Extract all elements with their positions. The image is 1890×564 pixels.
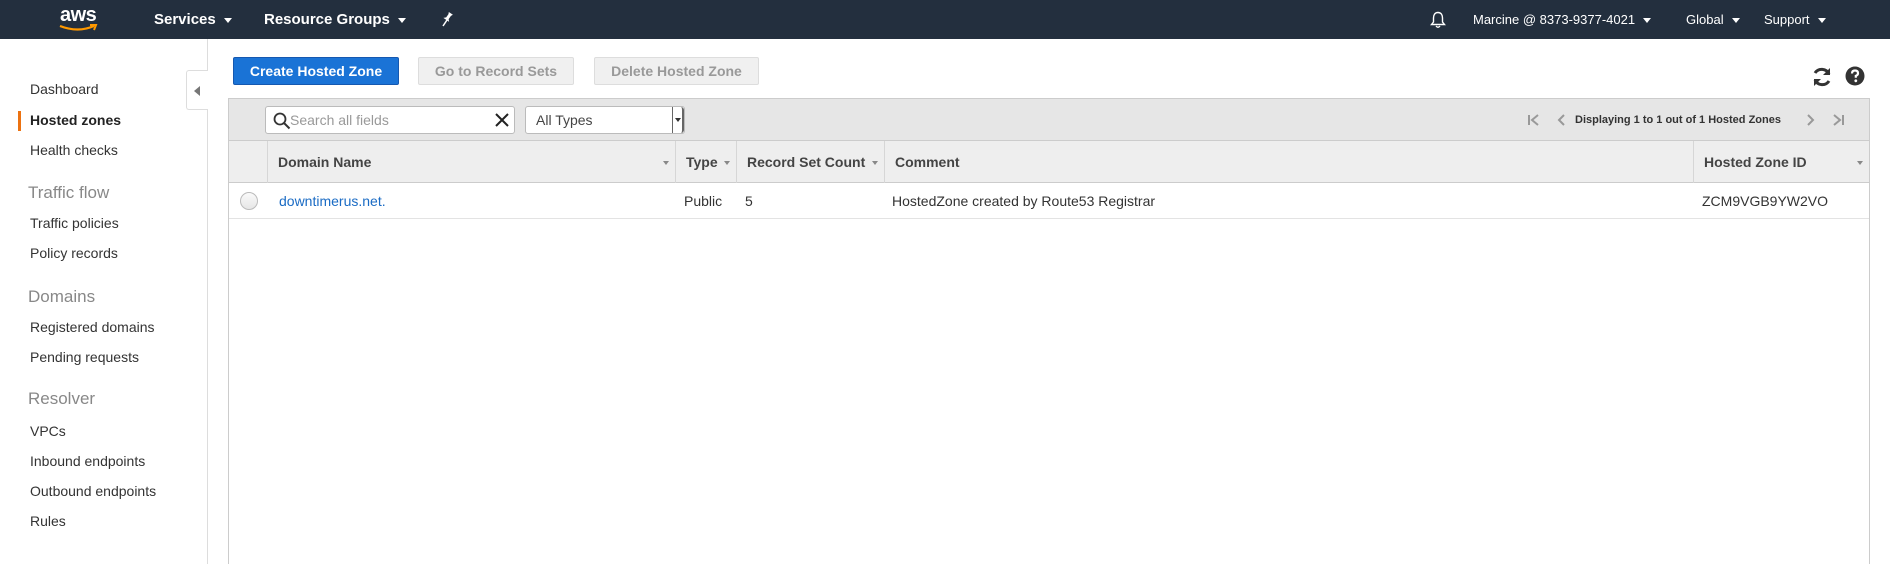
table-header: Domain Name Type Record Set Count Commen…: [229, 141, 1869, 183]
account-menu[interactable]: Marcine @ 8373-9377-4021: [1473, 0, 1652, 39]
account-label: Marcine @ 8373-9377-4021: [1473, 12, 1636, 27]
support-menu[interactable]: Support: [1764, 0, 1826, 39]
sidebar-item-rules[interactable]: Rules: [30, 513, 66, 529]
sort-icon: [1857, 161, 1863, 165]
collapse-sidebar-button[interactable]: [186, 70, 208, 110]
region-label: Global: [1686, 12, 1724, 27]
chevron-down-icon: [1817, 18, 1826, 24]
pin-icon[interactable]: [440, 11, 454, 27]
aws-logo[interactable]: aws: [58, 4, 100, 33]
go-to-record-sets-button[interactable]: Go to Record Sets: [418, 57, 574, 85]
sidebar: Dashboard Hosted zones Health checks Tra…: [0, 39, 208, 564]
previous-page-icon[interactable]: [1555, 113, 1569, 127]
last-page-icon[interactable]: [1831, 113, 1845, 127]
dropdown-arrow-icon: [672, 107, 684, 133]
sidebar-heading-resolver: Resolver: [28, 389, 96, 408]
search-box[interactable]: [265, 106, 515, 134]
search-input[interactable]: [290, 111, 490, 129]
sort-icon: [663, 161, 669, 165]
sidebar-item-vpcs[interactable]: VPCs: [30, 423, 66, 439]
chevron-down-icon: [223, 17, 232, 23]
chevron-down-icon: [1643, 18, 1652, 24]
help-icon[interactable]: [1845, 66, 1865, 86]
column-header-type[interactable]: Type: [675, 141, 736, 183]
sidebar-item-hosted-zones[interactable]: Hosted zones: [30, 112, 121, 128]
sidebar-item-traffic-policies[interactable]: Traffic policies: [30, 215, 119, 231]
region-menu[interactable]: Global: [1686, 0, 1740, 39]
domain-name-link[interactable]: downtimerus.net.: [279, 183, 386, 219]
next-page-icon[interactable]: [1803, 113, 1817, 127]
aws-smile-icon: [59, 24, 98, 31]
search-icon: [273, 112, 291, 130]
record-set-count: 5: [745, 193, 753, 209]
support-label: Support: [1764, 12, 1810, 27]
sidebar-item-registered-domains[interactable]: Registered domains: [30, 319, 155, 335]
column-header-comment[interactable]: Comment: [884, 141, 1693, 183]
sidebar-item-inbound-endpoints[interactable]: Inbound endpoints: [30, 453, 145, 469]
first-page-icon[interactable]: [1527, 113, 1541, 127]
zone-type: Public: [684, 193, 723, 209]
sidebar-item-health-checks[interactable]: Health checks: [30, 142, 118, 158]
chevron-left-icon: [194, 86, 200, 96]
sidebar-item-outbound-endpoints[interactable]: Outbound endpoints: [30, 483, 156, 499]
hosted-zone-id: ZCM9VGB9YW2VO: [1702, 193, 1829, 209]
hosted-zones-panel: All Types Displaying 1 to 1 out of 1 Hos…: [228, 98, 1870, 564]
sort-icon: [724, 161, 730, 165]
sidebar-heading-domains: Domains: [28, 287, 96, 306]
column-header-domain-name[interactable]: Domain Name: [267, 141, 675, 183]
delete-hosted-zone-button[interactable]: Delete Hosted Zone: [594, 57, 759, 85]
resource-groups-label: Resource Groups: [264, 11, 390, 28]
sort-icon: [872, 161, 878, 165]
column-header-hosted-zone-id[interactable]: Hosted Zone ID: [1693, 141, 1869, 183]
refresh-icon[interactable]: [1811, 66, 1833, 88]
column-header-record-set-count[interactable]: Record Set Count: [736, 141, 884, 183]
bell-icon[interactable]: [1430, 11, 1446, 29]
zone-comment: HostedZone created by Route53 Registrar: [892, 193, 1156, 209]
type-filter-value: All Types: [536, 112, 593, 128]
sidebar-item-dashboard[interactable]: Dashboard: [30, 81, 99, 97]
type-filter-select[interactable]: All Types: [525, 106, 685, 134]
chevron-down-icon: [397, 17, 406, 23]
sidebar-item-policy-records[interactable]: Policy records: [30, 245, 118, 261]
services-menu[interactable]: Services: [154, 0, 232, 39]
close-icon[interactable]: [494, 112, 510, 128]
table-row[interactable]: downtimerus.net. Public 5 HostedZone cre…: [229, 183, 1869, 219]
filter-bar: All Types Displaying 1 to 1 out of 1 Hos…: [229, 99, 1869, 141]
pagination-text: Displaying 1 to 1 out of 1 Hosted Zones: [1575, 114, 1781, 126]
resource-groups-menu[interactable]: Resource Groups: [264, 0, 406, 39]
chevron-down-icon: [1731, 18, 1740, 24]
top-navigation-bar: aws Services Resource Groups Marcine @ 8…: [0, 0, 1890, 39]
sidebar-heading-traffic-flow: Traffic flow: [28, 183, 110, 202]
sidebar-item-pending-requests[interactable]: Pending requests: [30, 349, 139, 365]
active-indicator: [18, 111, 21, 131]
pagination: Displaying 1 to 1 out of 1 Hosted Zones: [1517, 99, 1857, 141]
create-hosted-zone-button[interactable]: Create Hosted Zone: [233, 57, 399, 85]
row-select-radio[interactable]: [240, 192, 258, 210]
services-label: Services: [154, 11, 216, 28]
select-column-header: [229, 141, 267, 183]
